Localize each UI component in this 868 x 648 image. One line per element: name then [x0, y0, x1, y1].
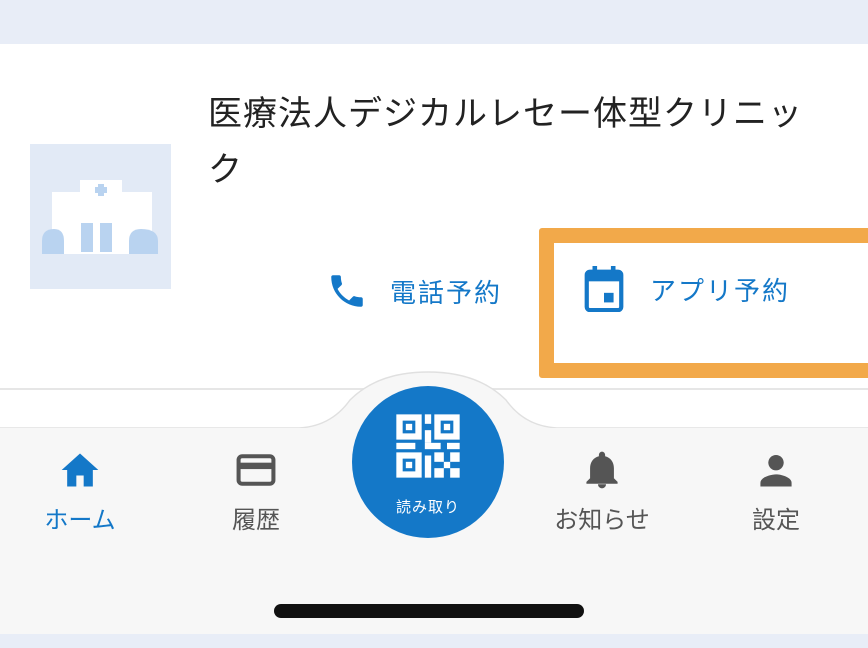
hospital-thumbnail	[30, 144, 171, 289]
tab-home[interactable]: ホーム	[20, 448, 140, 535]
tab-news[interactable]: お知らせ	[542, 448, 662, 535]
hospital-icon	[30, 144, 171, 289]
phone-icon	[331, 275, 363, 307]
card-icon	[236, 454, 276, 486]
qr-code-icon	[396, 414, 460, 478]
person-icon	[760, 454, 792, 487]
tab-news-label: お知らせ	[554, 506, 650, 534]
tab-home-label: ホーム	[44, 506, 116, 534]
bottom-strip	[0, 634, 868, 648]
tab-history-label: 履歴	[232, 506, 280, 534]
home-indicator[interactable]	[274, 604, 584, 618]
qr-scan-label: 読み取り	[395, 498, 460, 516]
home-icon	[61, 453, 99, 487]
bell-icon	[586, 451, 618, 489]
tab-settings-label: 設定	[752, 506, 800, 534]
phone-reservation-label: 電話予約	[390, 278, 503, 309]
tab-settings[interactable]: 設定	[716, 448, 836, 535]
highlight-box	[539, 228, 868, 378]
clinic-name: 医療法人デジカルレセー体型クリニック	[208, 94, 803, 190]
tab-history[interactable]: 履歴	[196, 448, 316, 535]
qr-scan-button[interactable]: 読み取り	[352, 386, 504, 538]
phone-reservation-button[interactable]: 電話予約	[326, 270, 502, 312]
